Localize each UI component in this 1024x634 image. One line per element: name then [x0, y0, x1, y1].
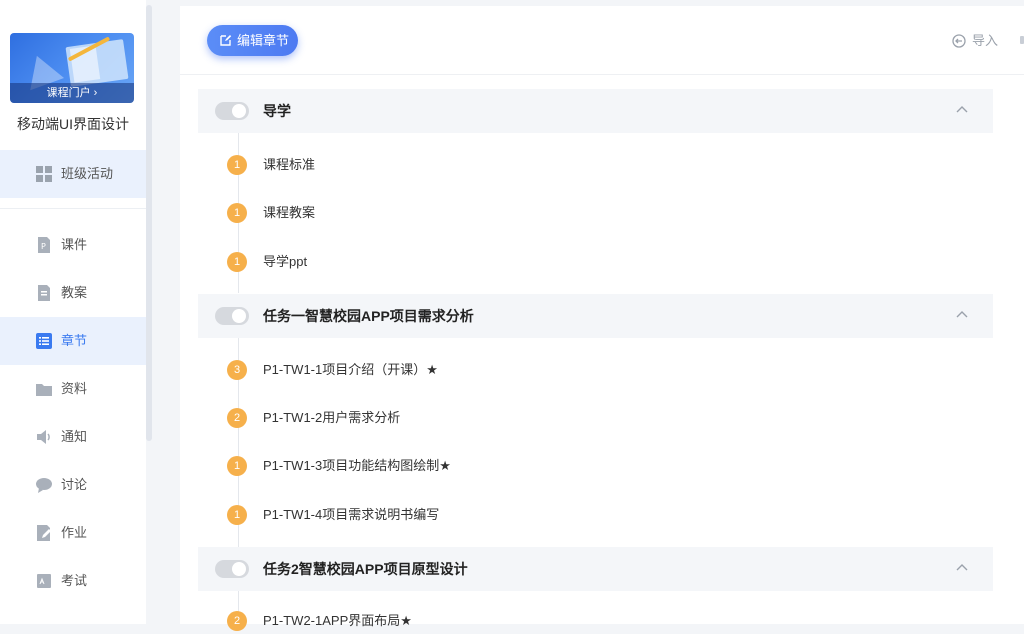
grid-icon — [36, 166, 52, 182]
sidebar-divider — [0, 208, 146, 209]
content-gap — [152, 0, 180, 624]
toggle-knob — [232, 562, 246, 576]
chat-bubble-icon — [36, 478, 52, 493]
item-label: P1-TW1-3项目功能结构图绘制★ — [263, 458, 451, 473]
count-badge: 1 — [227, 252, 247, 272]
course-cover[interactable]: 课程门户 › — [10, 33, 134, 103]
chapter-title: 任务一智慧校园APP项目需求分析 — [263, 308, 474, 324]
item-label: P1-TW1-4项目需求说明书编写 — [263, 507, 440, 522]
sidebar-item-discussion[interactable]: 讨论 — [0, 461, 146, 509]
chevron-up-icon[interactable] — [955, 103, 969, 117]
sidebar: 课程门户 › 移动端UI界面设计 班级活动 P 课件 教案 章节 资料 通知 讨… — [0, 0, 146, 624]
sidebar-item-materials[interactable]: 资料 — [0, 365, 146, 413]
count-badge: 1 — [227, 203, 247, 223]
count-badge: 1 — [227, 155, 247, 175]
course-portal-link[interactable]: 课程门户 › — [10, 83, 134, 103]
sidebar-item-exam[interactable]: 考试 — [0, 557, 146, 605]
chapter-header[interactable]: 任务2智慧校园APP项目原型设计 — [198, 547, 993, 591]
toggle-knob — [232, 309, 246, 323]
sidebar-item-notices[interactable]: 通知 — [0, 413, 146, 461]
count-badge: 1 — [227, 505, 247, 525]
sidebar-item-label: 通知 — [61, 429, 88, 444]
edit-icon — [220, 35, 232, 46]
lesson-plan-file-icon — [38, 285, 50, 301]
list-item[interactable]: 3 P1-TW1-1项目介绍（开课）★ — [225, 357, 925, 383]
homework-edit-icon — [37, 525, 51, 541]
exam-paper-icon — [37, 574, 51, 588]
toolbar: 编辑章节 导入 — [180, 6, 1024, 75]
item-label: P1-TW1-2用户需求分析 — [263, 410, 401, 425]
item-label: 课程教案 — [263, 205, 316, 220]
count-badge: 1 — [227, 456, 247, 476]
sidebar-item-label: 课件 — [61, 237, 88, 252]
course-title: 移动端UI界面设计 — [17, 116, 129, 132]
list-item[interactable]: 1 课程教案 — [225, 200, 925, 226]
more-icon[interactable] — [1020, 36, 1024, 44]
list-icon — [36, 333, 52, 349]
count-badge: 2 — [227, 611, 247, 631]
svg-text:P: P — [41, 242, 46, 251]
list-item[interactable]: 2 P1-TW1-2用户需求分析 — [225, 405, 925, 431]
list-item[interactable]: 1 导学ppt — [225, 249, 925, 275]
chapter-panel: 编辑章节 导入 导学 1 课程标准 1 课程教案 1 导学ppt 任务一智慧校园… — [180, 6, 1024, 631]
chapter-toggle[interactable] — [215, 307, 249, 325]
edit-chapters-button[interactable]: 编辑章节 — [207, 25, 298, 56]
chapter-header[interactable]: 导学 — [198, 89, 993, 133]
count-badge: 3 — [227, 360, 247, 380]
item-label: 导学ppt — [263, 254, 308, 269]
chevron-up-icon[interactable] — [955, 561, 969, 575]
sidebar-item-homework[interactable]: 作业 — [0, 509, 146, 557]
list-item[interactable]: 1 P1-TW1-3项目功能结构图绘制★ — [225, 453, 925, 479]
item-label: P1-TW1-1项目介绍（开课）★ — [263, 362, 438, 377]
edit-chapters-label: 编辑章节 — [237, 33, 290, 48]
sidebar-item-courseware[interactable]: P 课件 — [0, 221, 146, 269]
sidebar-item-label: 章节 — [61, 333, 88, 348]
sidebar-item-lesson-plan[interactable]: 教案 — [0, 269, 146, 317]
ppt-file-icon: P — [38, 237, 50, 253]
sidebar-item-label: 讨论 — [61, 477, 88, 492]
import-label: 导入 — [972, 33, 999, 48]
sidebar-item-label: 资料 — [61, 381, 88, 396]
sidebar-item-label: 班级活动 — [61, 166, 114, 181]
import-icon — [952, 34, 966, 48]
item-label: P1-TW2-1APP界面布局★ — [263, 613, 412, 628]
chapter-header[interactable]: 任务一智慧校园APP项目需求分析 — [198, 294, 993, 338]
sidebar-item-class-activity[interactable]: 班级活动 — [0, 150, 146, 198]
chapter-title: 任务2智慧校园APP项目原型设计 — [263, 561, 468, 577]
chevron-up-icon[interactable] — [955, 308, 969, 322]
list-item[interactable]: 1 课程标准 — [225, 152, 925, 178]
item-label: 课程标准 — [263, 157, 316, 172]
sidebar-item-label: 教案 — [61, 285, 88, 300]
chapter-title: 导学 — [263, 103, 291, 119]
sidebar-item-label: 作业 — [61, 525, 88, 540]
chapter-toggle[interactable] — [215, 560, 249, 578]
chapter-toggle[interactable] — [215, 102, 249, 120]
list-item[interactable]: 1 P1-TW1-4项目需求说明书编写 — [225, 502, 925, 528]
toggle-knob — [232, 104, 246, 118]
folder-icon — [36, 384, 52, 396]
speaker-icon — [37, 430, 50, 444]
sidebar-item-label: 考试 — [61, 573, 88, 588]
sidebar-item-chapters[interactable]: 章节 — [0, 317, 146, 365]
count-badge: 2 — [227, 408, 247, 428]
list-item[interactable]: 2 P1-TW2-1APP界面布局★ — [225, 608, 925, 634]
